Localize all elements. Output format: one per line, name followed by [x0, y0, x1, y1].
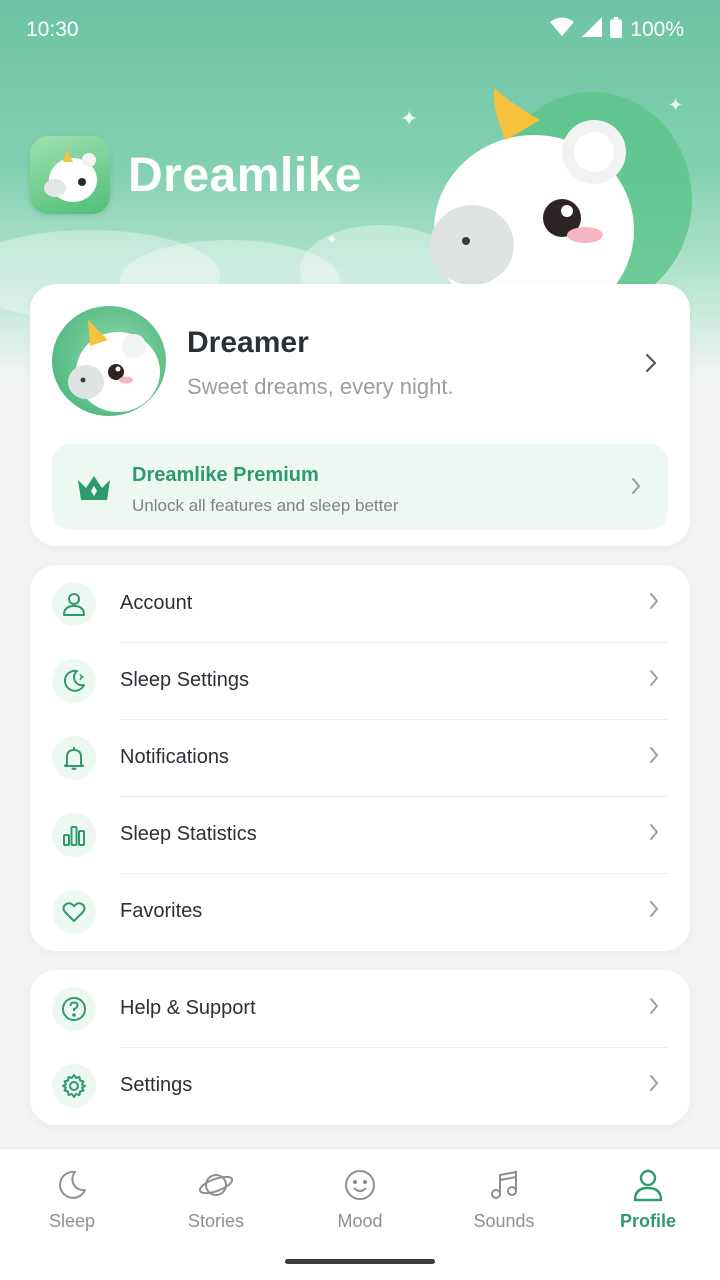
- smile-icon: [288, 1165, 432, 1205]
- app-name: Dreamlike: [128, 148, 362, 202]
- tab-sounds[interactable]: Sounds: [432, 1165, 576, 1232]
- home-indicator[interactable]: [285, 1259, 435, 1264]
- chevron-right-icon: [630, 476, 642, 501]
- chevron-right-icon: [648, 822, 660, 847]
- crown-icon: [76, 472, 112, 507]
- user-icon: [576, 1165, 720, 1205]
- app-brand: Dreamlike: [30, 136, 362, 214]
- menu-item-label: Sleep Settings: [120, 669, 249, 691]
- chevron-right-icon: [648, 1073, 660, 1098]
- profile-tagline: Sweet dreams, every night.: [187, 374, 454, 399]
- tab-label: Mood: [337, 1211, 383, 1231]
- chevron-right-icon: [648, 591, 660, 616]
- chevron-right-icon: [648, 996, 660, 1021]
- menu-card-primary: Account Sleep Settings Notifications Sle…: [30, 565, 690, 951]
- premium-title: Dreamlike Premium: [132, 464, 319, 486]
- menu-item-label: Help & Support: [120, 997, 256, 1019]
- menu-item-sleep-settings[interactable]: Sleep Settings: [30, 642, 690, 719]
- status-bar: 10:30 100%: [0, 0, 720, 60]
- menu-item-label: Notifications: [120, 746, 229, 768]
- tab-label: Sleep: [48, 1211, 96, 1231]
- unicorn-mascot: [422, 80, 692, 325]
- moon-icon: [52, 658, 96, 703]
- menu-item-help-support[interactable]: Help & Support: [30, 970, 690, 1047]
- menu-item-label: Settings: [120, 1074, 193, 1096]
- bell-icon: [52, 735, 96, 780]
- premium-subtitle: Unlock all features and sleep better: [132, 496, 399, 515]
- tab-stories[interactable]: Stories: [144, 1165, 288, 1232]
- chevron-right-icon: [648, 899, 660, 924]
- heart-icon: [52, 889, 96, 934]
- menu-item-settings[interactable]: Settings: [30, 1047, 690, 1124]
- avatar[interactable]: [52, 306, 166, 416]
- tab-mood[interactable]: Mood: [288, 1165, 432, 1232]
- sparkle-icon: ✦: [326, 231, 338, 247]
- menu-item-label: Sleep Statistics: [120, 823, 257, 845]
- menu-card-secondary: Help & Support Settings: [30, 970, 690, 1125]
- chevron-right-icon[interactable]: [644, 352, 658, 379]
- menu-item-account[interactable]: Account: [30, 565, 690, 642]
- menu-item-notifications[interactable]: Notifications: [30, 719, 690, 796]
- tab-label: Stories: [187, 1211, 245, 1231]
- chevron-right-icon: [648, 745, 660, 770]
- battery-percent: 100%: [630, 18, 684, 41]
- tab-profile[interactable]: Profile: [576, 1165, 720, 1232]
- tab-sleep[interactable]: Sleep: [0, 1165, 144, 1232]
- help-icon: [52, 986, 96, 1031]
- wifi-icon: [550, 17, 575, 43]
- music-icon: [432, 1165, 576, 1205]
- sparkle-icon: ✦: [400, 106, 419, 131]
- tab-label: Profile: [619, 1211, 676, 1231]
- menu-item-sleep-statistics[interactable]: Sleep Statistics: [30, 796, 690, 873]
- menu-item-label: Account: [120, 592, 193, 614]
- premium-banner[interactable]: Dreamlike Premium Unlock all features an…: [52, 444, 668, 530]
- user-icon: [52, 581, 96, 626]
- menu-item-favorites[interactable]: Favorites: [30, 873, 690, 950]
- planet-icon: [144, 1165, 288, 1205]
- chevron-right-icon: [648, 668, 660, 693]
- tab-label: Sounds: [473, 1211, 535, 1231]
- status-time: 10:30: [26, 18, 79, 41]
- profile-card[interactable]: Dreamer Sweet dreams, every night. Dream…: [30, 284, 690, 546]
- profile-name: Dreamer: [187, 326, 309, 359]
- app-logo: [30, 136, 110, 214]
- moon-icon: [0, 1165, 144, 1205]
- gear-icon: [52, 1063, 96, 1108]
- menu-item-label: Favorites: [120, 900, 203, 922]
- battery-icon: [610, 16, 623, 44]
- bar-chart-icon: [52, 812, 96, 857]
- signal-icon: [582, 17, 603, 43]
